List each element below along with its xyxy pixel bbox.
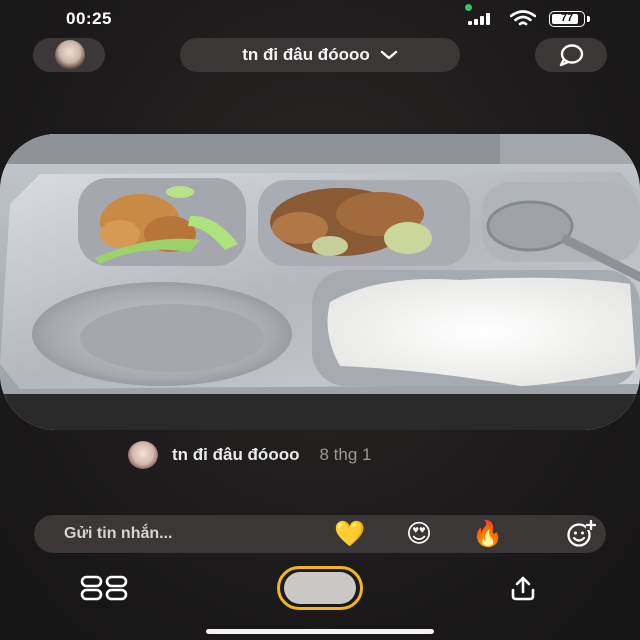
- camera-in-use-indicator: [465, 4, 472, 11]
- grid-icon[interactable]: [80, 575, 128, 601]
- lunch-tray-image: [0, 134, 640, 430]
- cellular-signal-icon: [468, 13, 498, 25]
- shared-photo[interactable]: [0, 134, 640, 430]
- chat-button[interactable]: [535, 38, 607, 72]
- home-indicator[interactable]: [206, 629, 434, 634]
- screen: 00:25 77 tn đi đâu đóooo tn đi đâu đóooo…: [0, 0, 640, 640]
- sender-avatar: [128, 441, 158, 469]
- wifi-icon: [510, 10, 536, 26]
- status-bar: 00:25 77: [0, 0, 640, 36]
- chevron-down-icon: [380, 50, 397, 60]
- friend-selector-title: tn đi đâu đóooo: [242, 45, 370, 64]
- battery-icon: 77: [549, 11, 585, 27]
- reaction-heart-eyes-button[interactable]: 😍: [404, 519, 434, 549]
- status-time: 00:25: [66, 9, 112, 28]
- sender-name: tn đi đâu đóooo: [172, 445, 300, 464]
- battery-level: 77: [560, 12, 574, 24]
- emoji-add-icon[interactable]: [566, 520, 596, 548]
- chat-bubble-icon: [559, 44, 584, 67]
- reaction-fire-button[interactable]: 🔥: [472, 519, 503, 549]
- avatar: [55, 40, 85, 70]
- photo-caption: tn đi đâu đóooo 8 thg 1: [128, 440, 371, 470]
- shutter-button[interactable]: [284, 572, 356, 604]
- share-icon[interactable]: [510, 575, 536, 601]
- profile-avatar-button[interactable]: [33, 38, 105, 72]
- reaction-yellow-heart-button[interactable]: 💛: [334, 519, 365, 549]
- message-input[interactable]: Gửi tin nhắn...: [64, 525, 172, 543]
- message-input-bar[interactable]: Gửi tin nhắn... 💛 😍 🔥: [34, 515, 606, 553]
- photo-date: 8 thg 1: [319, 445, 372, 464]
- friend-selector-dropdown[interactable]: tn đi đâu đóooo: [180, 38, 460, 72]
